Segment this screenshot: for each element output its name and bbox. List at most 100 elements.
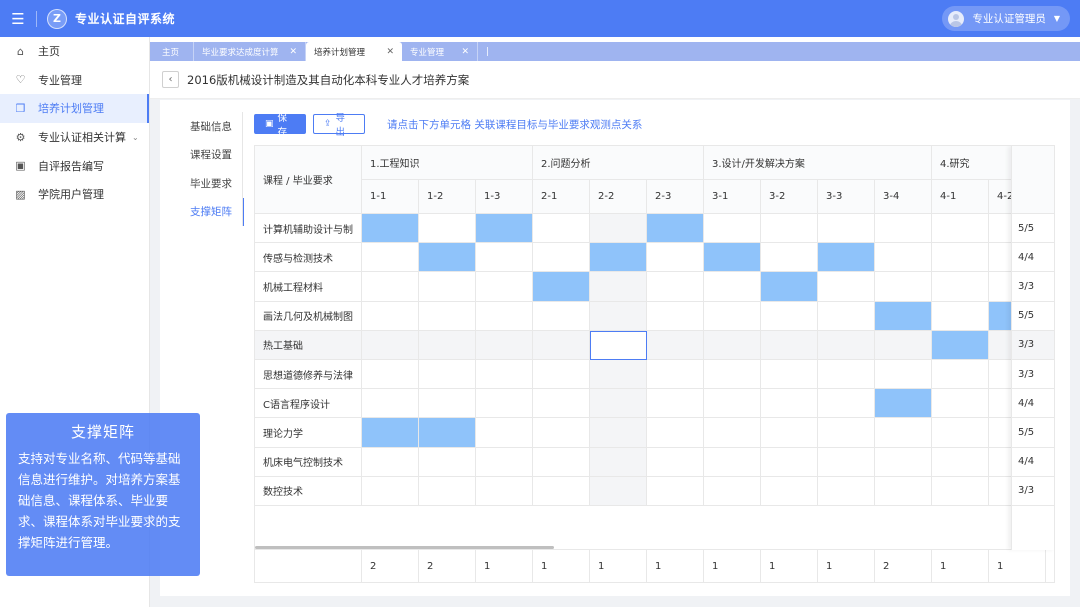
matrix-cell[interactable] xyxy=(476,330,533,360)
tab[interactable]: 毕业要求达成度计算 ✕ xyxy=(194,42,306,61)
matrix-cell[interactable] xyxy=(932,418,989,448)
matrix-cell[interactable] xyxy=(818,272,875,302)
matrix-cell[interactable] xyxy=(419,214,476,244)
matrix-cell[interactable] xyxy=(362,214,419,244)
sidebar-item[interactable]: ▣ 自评报告编写 xyxy=(0,151,149,180)
matrix-cell[interactable] xyxy=(818,243,875,273)
matrix-cell[interactable] xyxy=(932,389,989,419)
matrix-cell[interactable] xyxy=(875,389,932,419)
matrix-cell[interactable] xyxy=(362,330,419,360)
matrix-cell[interactable] xyxy=(761,214,818,244)
matrix-cell[interactable] xyxy=(761,389,818,419)
matrix-cell[interactable] xyxy=(818,476,875,506)
matrix-cell[interactable] xyxy=(533,272,590,302)
matrix-cell[interactable] xyxy=(761,272,818,302)
matrix-cell[interactable] xyxy=(419,330,476,360)
matrix-cell[interactable] xyxy=(590,389,647,419)
sidebar-item[interactable]: ⚙ 专业认证相关计算 ⌄ xyxy=(0,123,149,152)
matrix-cell[interactable] xyxy=(818,360,875,390)
matrix-cell[interactable] xyxy=(590,330,647,360)
matrix-cell[interactable] xyxy=(533,447,590,477)
matrix-cell[interactable] xyxy=(533,418,590,448)
matrix-cell[interactable] xyxy=(761,330,818,360)
matrix-cell[interactable] xyxy=(590,214,647,244)
matrix-cell[interactable] xyxy=(647,214,704,244)
matrix-cell[interactable] xyxy=(647,360,704,390)
matrix-cell[interactable] xyxy=(362,389,419,419)
matrix-cell[interactable] xyxy=(533,243,590,273)
matrix-cell[interactable] xyxy=(932,272,989,302)
matrix-cell[interactable] xyxy=(476,272,533,302)
matrix-cell[interactable] xyxy=(476,243,533,273)
matrix-cell[interactable] xyxy=(761,418,818,448)
matrix-cell[interactable] xyxy=(419,301,476,331)
matrix-cell[interactable] xyxy=(362,360,419,390)
section-nav-item[interactable]: 毕业要求 xyxy=(160,169,243,198)
matrix-cell[interactable] xyxy=(362,243,419,273)
matrix-cell[interactable] xyxy=(875,214,932,244)
matrix-cell[interactable] xyxy=(647,476,704,506)
matrix-cell[interactable] xyxy=(818,330,875,360)
matrix-cell[interactable] xyxy=(533,214,590,244)
matrix-cell[interactable] xyxy=(704,389,761,419)
matrix-cell[interactable] xyxy=(419,476,476,506)
close-icon[interactable]: ✕ xyxy=(289,47,297,57)
matrix-cell[interactable] xyxy=(875,330,932,360)
section-nav-item[interactable]: 支撑矩阵 xyxy=(160,197,244,227)
section-nav-item[interactable]: 课程设置 xyxy=(160,141,243,170)
matrix-cell[interactable] xyxy=(590,418,647,448)
matrix-cell[interactable] xyxy=(362,301,419,331)
matrix-cell[interactable] xyxy=(704,360,761,390)
matrix-cell[interactable] xyxy=(932,214,989,244)
matrix-cell[interactable] xyxy=(647,447,704,477)
matrix-cell[interactable] xyxy=(590,476,647,506)
matrix-cell[interactable] xyxy=(932,447,989,477)
matrix-cell[interactable] xyxy=(647,301,704,331)
matrix-cell[interactable] xyxy=(533,330,590,360)
matrix-cell[interactable] xyxy=(704,330,761,360)
matrix-cell[interactable] xyxy=(647,389,704,419)
sidebar-item[interactable]: ❒ 培养计划管理 xyxy=(0,94,149,123)
matrix-cell[interactable] xyxy=(419,243,476,273)
matrix-cell[interactable] xyxy=(590,272,647,302)
matrix-cell[interactable] xyxy=(932,360,989,390)
matrix-cell[interactable] xyxy=(419,447,476,477)
matrix-cell[interactable] xyxy=(476,389,533,419)
matrix-cell[interactable] xyxy=(818,214,875,244)
matrix-cell[interactable] xyxy=(476,476,533,506)
matrix-cell[interactable] xyxy=(932,330,989,360)
matrix-cell[interactable] xyxy=(647,272,704,302)
horizontal-scrollbar[interactable] xyxy=(255,546,554,549)
matrix-cell[interactable] xyxy=(704,301,761,331)
matrix-cell[interactable] xyxy=(761,447,818,477)
matrix-cell[interactable] xyxy=(362,476,419,506)
user-menu[interactable]: 专业认证管理员 ▼ xyxy=(942,6,1070,31)
matrix-cell[interactable] xyxy=(875,447,932,477)
matrix-cell[interactable] xyxy=(932,301,989,331)
hamburger-menu-icon[interactable]: ☰ xyxy=(0,0,36,37)
matrix-cell[interactable] xyxy=(932,243,989,273)
matrix-cell[interactable] xyxy=(533,360,590,390)
matrix-cell[interactable] xyxy=(875,360,932,390)
matrix-cell[interactable] xyxy=(818,301,875,331)
matrix-cell[interactable] xyxy=(875,418,932,448)
save-button[interactable]: ▣ 保存 xyxy=(254,113,306,138)
matrix-cell[interactable] xyxy=(419,272,476,302)
matrix-cell[interactable] xyxy=(533,301,590,331)
matrix-cell[interactable] xyxy=(818,447,875,477)
matrix-cell[interactable] xyxy=(875,272,932,302)
matrix-cell[interactable] xyxy=(533,476,590,506)
matrix-cell[interactable] xyxy=(647,330,704,360)
matrix-cell[interactable] xyxy=(590,243,647,273)
sidebar-item[interactable]: ♡ 专业管理 xyxy=(0,66,149,95)
tab[interactable]: 主页 xyxy=(154,42,194,61)
matrix-cell[interactable] xyxy=(533,389,590,419)
matrix-cell[interactable] xyxy=(704,272,761,302)
matrix-cell[interactable] xyxy=(704,214,761,244)
matrix-cell[interactable] xyxy=(647,243,704,273)
export-button[interactable]: ⇪ 导出 xyxy=(313,113,365,138)
matrix-cell[interactable] xyxy=(704,447,761,477)
section-nav-item[interactable]: 基础信息 xyxy=(160,112,243,141)
back-button[interactable]: ‹ xyxy=(162,71,179,88)
matrix-cell[interactable] xyxy=(362,418,419,448)
